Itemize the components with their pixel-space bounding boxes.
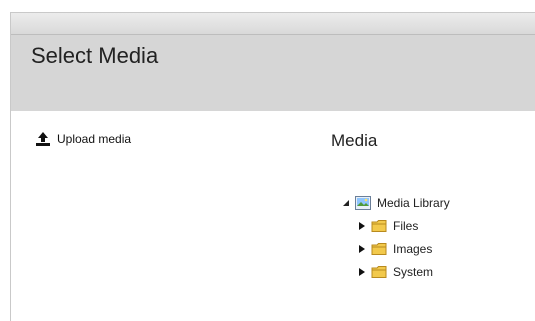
collapsed-triangle-icon[interactable] [357, 267, 367, 277]
expanded-triangle-icon[interactable] [341, 198, 351, 208]
tree-node-label: System [393, 265, 434, 279]
upload-media-link[interactable]: Upload media [35, 131, 131, 147]
collapsed-triangle-icon[interactable] [357, 244, 367, 254]
folder-icon [371, 266, 387, 278]
dialog-header: Select Media [11, 35, 535, 111]
tree-node-files[interactable]: Files [357, 219, 418, 233]
page: Select Media Upload media Media Media Li… [0, 0, 535, 321]
dialog-title: Select Media [31, 43, 159, 68]
folder-icon [371, 220, 387, 232]
tree-node-label: Files [393, 219, 419, 233]
dialog-titlebar[interactable] [11, 13, 535, 35]
media-panel-title: Media [331, 131, 378, 150]
media-library-icon [355, 196, 371, 210]
select-media-dialog: Select Media Upload media Media Media Li… [10, 12, 535, 321]
upload-media-label: Upload media [57, 132, 132, 146]
tree-node-label: Media Library [377, 196, 450, 210]
tree-node-media-library[interactable]: Media Library [341, 196, 450, 210]
collapsed-triangle-icon[interactable] [357, 221, 367, 231]
upload-icon [36, 132, 50, 146]
folder-icon [371, 243, 387, 255]
tree-node-label: Images [393, 242, 433, 256]
tree-node-images[interactable]: Images [357, 242, 432, 256]
tree-node-system[interactable]: System [357, 265, 433, 279]
